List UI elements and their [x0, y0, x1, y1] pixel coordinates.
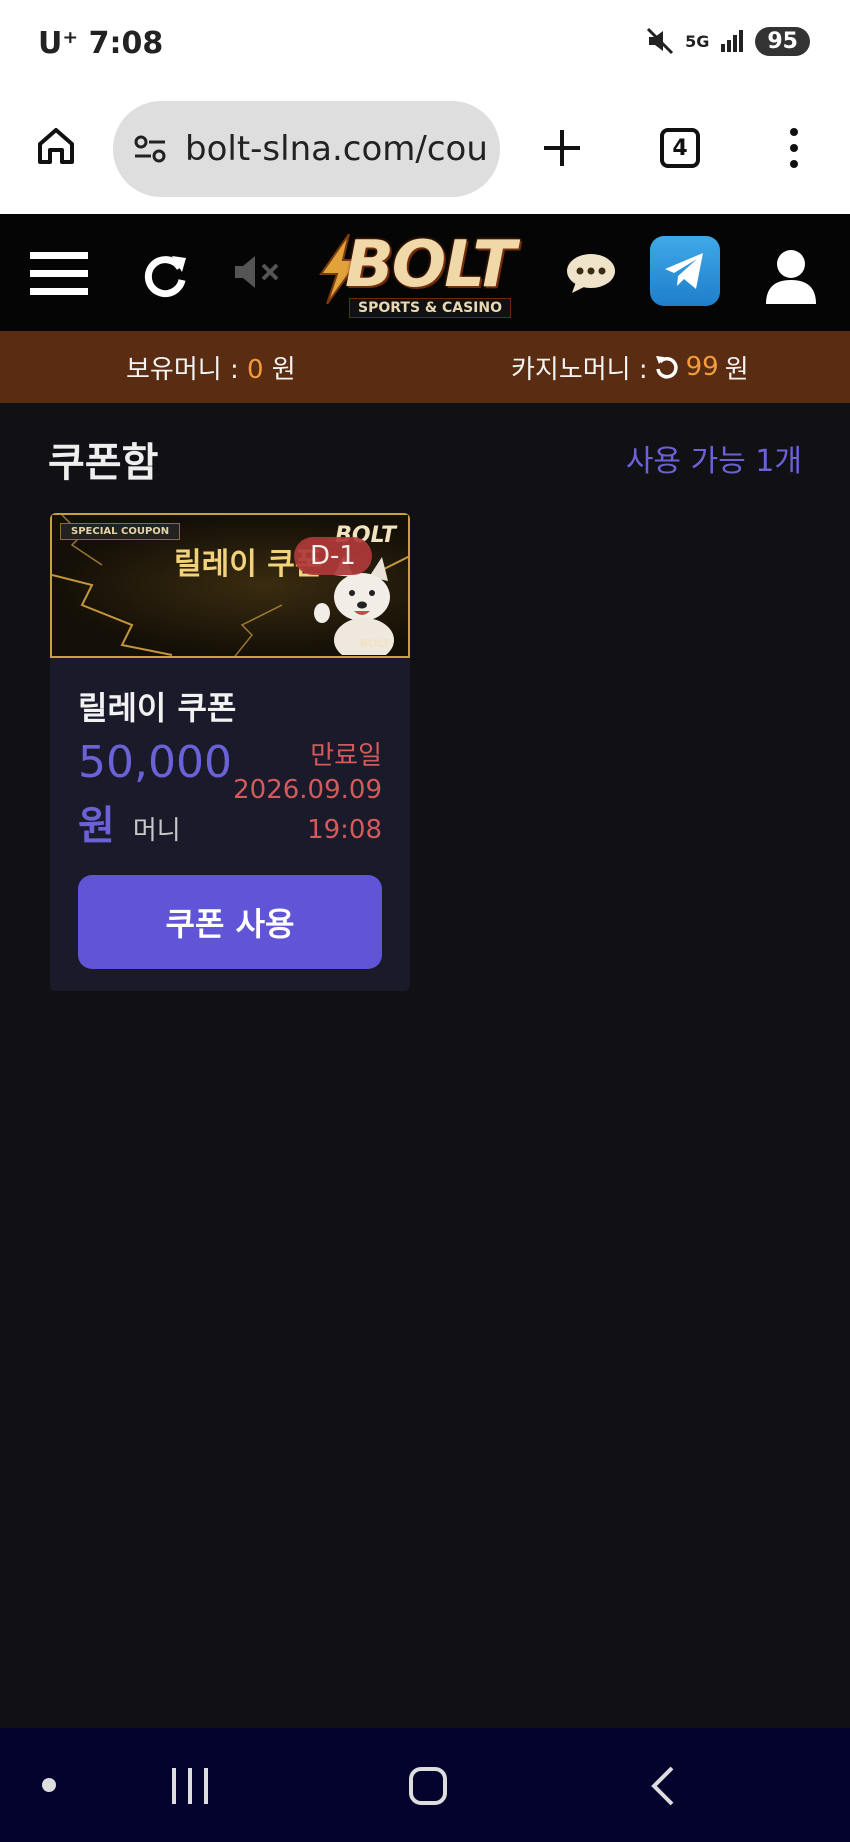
logo-subtext: SPORTS & CASINO [349, 298, 512, 318]
battery-indicator: 95 [755, 26, 810, 56]
coupon-banner: SPECIAL COUPON 릴레이 쿠폰 BOLT BOLT D-1 [50, 513, 410, 658]
home-button-icon[interactable] [408, 1766, 448, 1806]
user-profile-icon[interactable] [764, 248, 818, 304]
available-count: 사용 가능 1개 [625, 444, 802, 479]
coupon-amount-unit: 원 머니 [78, 793, 181, 851]
network-icon: 5G [685, 31, 710, 51]
casino-money: 카지노머니 : 99 원 [511, 349, 749, 386]
telegram-icon [665, 253, 703, 289]
site-header: BOLT SPORTS & CASINO [0, 214, 850, 331]
casino-money-unit: 원 [724, 354, 749, 385]
expiry-label: 만료일 [310, 741, 382, 771]
system-nav-bar [0, 1728, 850, 1842]
money-type-label: 머니 [132, 816, 181, 846]
home-icon[interactable] [34, 124, 78, 168]
chat-icon[interactable] [566, 252, 616, 294]
casino-money-value: 99 [685, 352, 719, 382]
coupon-name: 릴레이 쿠폰 [78, 689, 237, 727]
expiry-date: 2026.09.09 [233, 775, 382, 805]
nav-dot-icon [42, 1778, 56, 1792]
signal-icon [721, 30, 744, 52]
dday-badge: D-1 [294, 537, 372, 575]
telegram-button[interactable] [650, 236, 720, 306]
special-coupon-tag: SPECIAL COUPON [60, 523, 181, 540]
back-icon[interactable] [648, 1766, 678, 1806]
new-tab-icon[interactable] [540, 126, 584, 170]
reload-casino-money-icon[interactable] [654, 354, 680, 380]
status-icons: 5G 95 [645, 26, 810, 56]
hamburger-menu-icon[interactable] [30, 250, 88, 298]
recent-apps-icon[interactable] [170, 1766, 210, 1806]
held-money-value: 0 [246, 354, 264, 385]
money-bar: 보유머니 : 0 원 카지노머니 : 99 원 [0, 331, 850, 403]
held-money: 보유머니 : 0 원 [126, 349, 296, 386]
mute-status-icon [647, 27, 674, 55]
site-logo[interactable]: BOLT SPORTS & CASINO [315, 228, 540, 320]
browser-toolbar: bolt-slna.com/cou 4 [0, 88, 850, 214]
refresh-icon[interactable] [140, 250, 190, 300]
tab-switcher-button[interactable]: 4 [660, 128, 700, 168]
logo-text: BOLT [345, 228, 516, 302]
won-label: 원 [78, 803, 115, 849]
more-menu-icon[interactable] [786, 126, 802, 170]
url-text: bolt-slna.com/cou [185, 129, 488, 169]
use-coupon-button[interactable]: 쿠폰 사용 [78, 875, 382, 969]
banner-brand-small: BOLT [359, 637, 390, 650]
casino-money-label: 카지노머니 : [511, 354, 648, 385]
held-money-unit: 원 [263, 354, 296, 385]
site-settings-icon[interactable] [133, 134, 167, 164]
held-money-label: 보유머니 : [126, 354, 247, 385]
sound-muted-icon[interactable] [233, 254, 285, 290]
expiry-time: 19:08 [307, 815, 382, 845]
coupon-card: SPECIAL COUPON 릴레이 쿠폰 BOLT BOLT D-1 릴레이 … [50, 513, 410, 991]
carrier-time: U⁺ 7:08 [38, 26, 164, 61]
address-bar[interactable]: bolt-slna.com/cou [113, 101, 500, 197]
coupon-amount: 50,000 [78, 737, 232, 788]
page-title: 쿠폰함 [48, 440, 159, 486]
status-bar: U⁺ 7:08 5G 95 [0, 0, 850, 88]
